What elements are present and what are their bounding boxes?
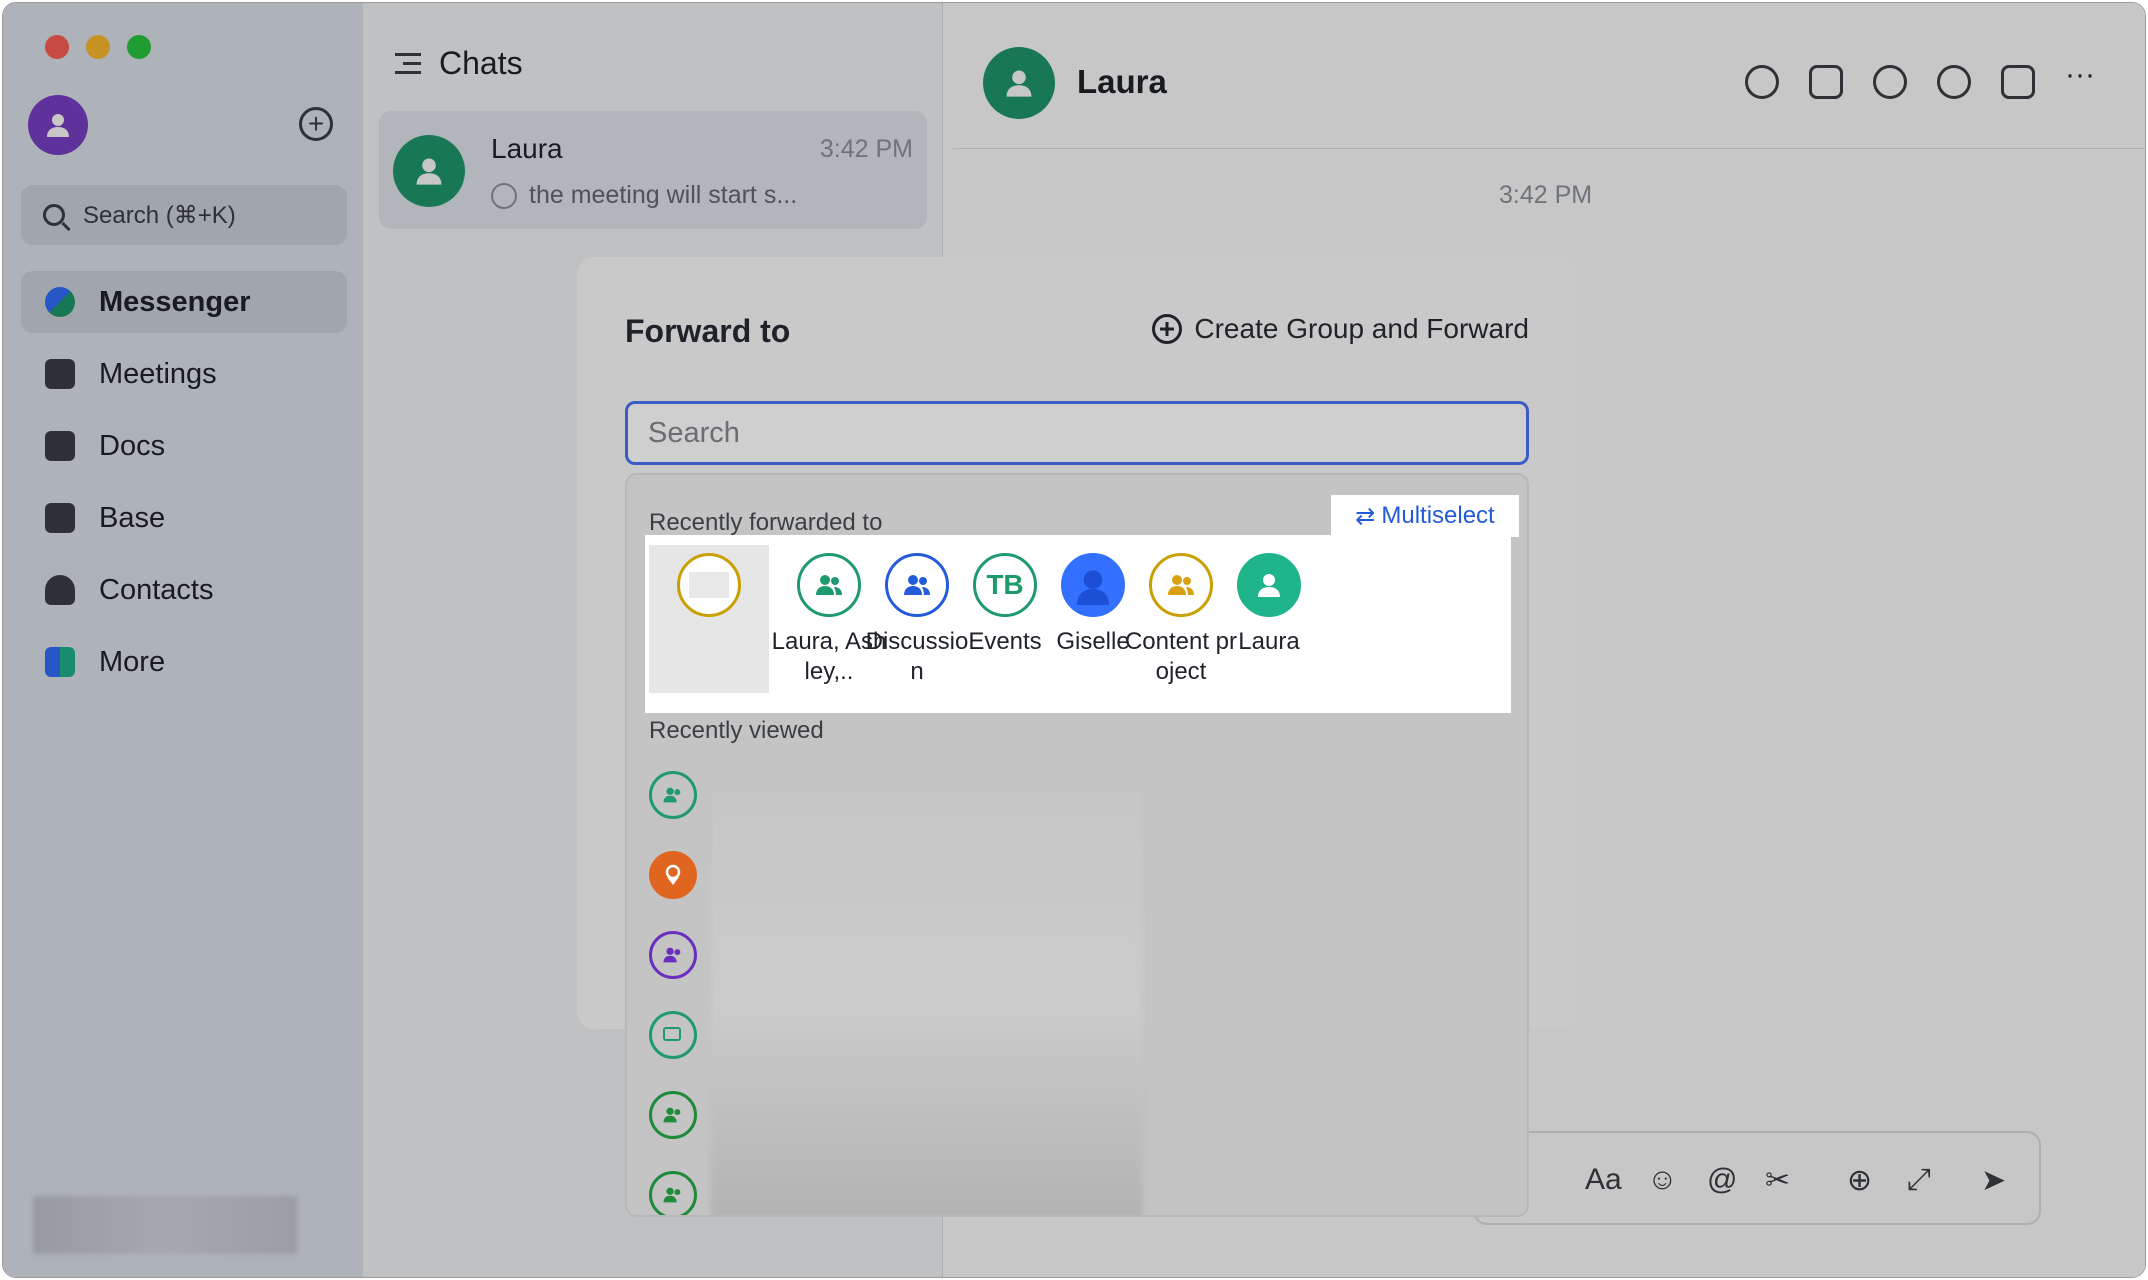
- app-window: + Search (⌘+K) Messenger Meetings Docs B…: [2, 2, 2146, 1278]
- group-icon[interactable]: [649, 771, 697, 819]
- forward-dialog: Forward to Create Group and Forward Rece…: [577, 257, 1577, 1217]
- recent-forwarded-list: Laura, Ashley,.. Discussion TB Events Gi…: [645, 535, 1511, 713]
- group-icon[interactable]: [649, 1171, 697, 1215]
- plus-circle-icon: [1152, 314, 1183, 344]
- recent-forwarded-item[interactable]: Laura: [1211, 545, 1327, 657]
- group-icon[interactable]: [649, 931, 697, 979]
- recently-forwarded-label: Recently forwarded to: [649, 509, 883, 536]
- swap-arrows-icon: ⇄: [1355, 502, 1376, 530]
- redacted-avatar-icon: [677, 553, 741, 617]
- recent-forwarded-label: Laura: [1238, 628, 1300, 655]
- multiselect-label: Multiselect: [1381, 502, 1495, 529]
- forward-results-dropdown: Recently forwarded to ⇄ Multiselect Laur…: [625, 473, 1529, 1217]
- group-icon[interactable]: [649, 1091, 697, 1139]
- create-group-and-forward-button[interactable]: Create Group and Forward: [1152, 313, 1529, 345]
- recently-viewed-label: Recently viewed: [649, 717, 824, 744]
- person-photo-icon: [1061, 553, 1125, 617]
- group-icon: [885, 553, 949, 617]
- dialog-title: Forward to: [625, 313, 791, 349]
- forward-search[interactable]: [625, 401, 1529, 465]
- create-group-label: Create Group and Forward: [1194, 313, 1529, 344]
- person-icon: [1237, 553, 1301, 617]
- topic-group-icon[interactable]: [649, 1011, 697, 1059]
- group-icon: [1149, 553, 1213, 617]
- location-person-icon[interactable]: [649, 851, 697, 899]
- forward-search-input[interactable]: [628, 404, 1526, 462]
- redacted-recent-names: [711, 791, 1143, 1215]
- recent-forwarded-item[interactable]: [649, 545, 769, 693]
- group-icon: [797, 553, 861, 617]
- initials-avatar: TB: [973, 553, 1037, 617]
- multiselect-button[interactable]: ⇄ Multiselect: [1331, 495, 1519, 537]
